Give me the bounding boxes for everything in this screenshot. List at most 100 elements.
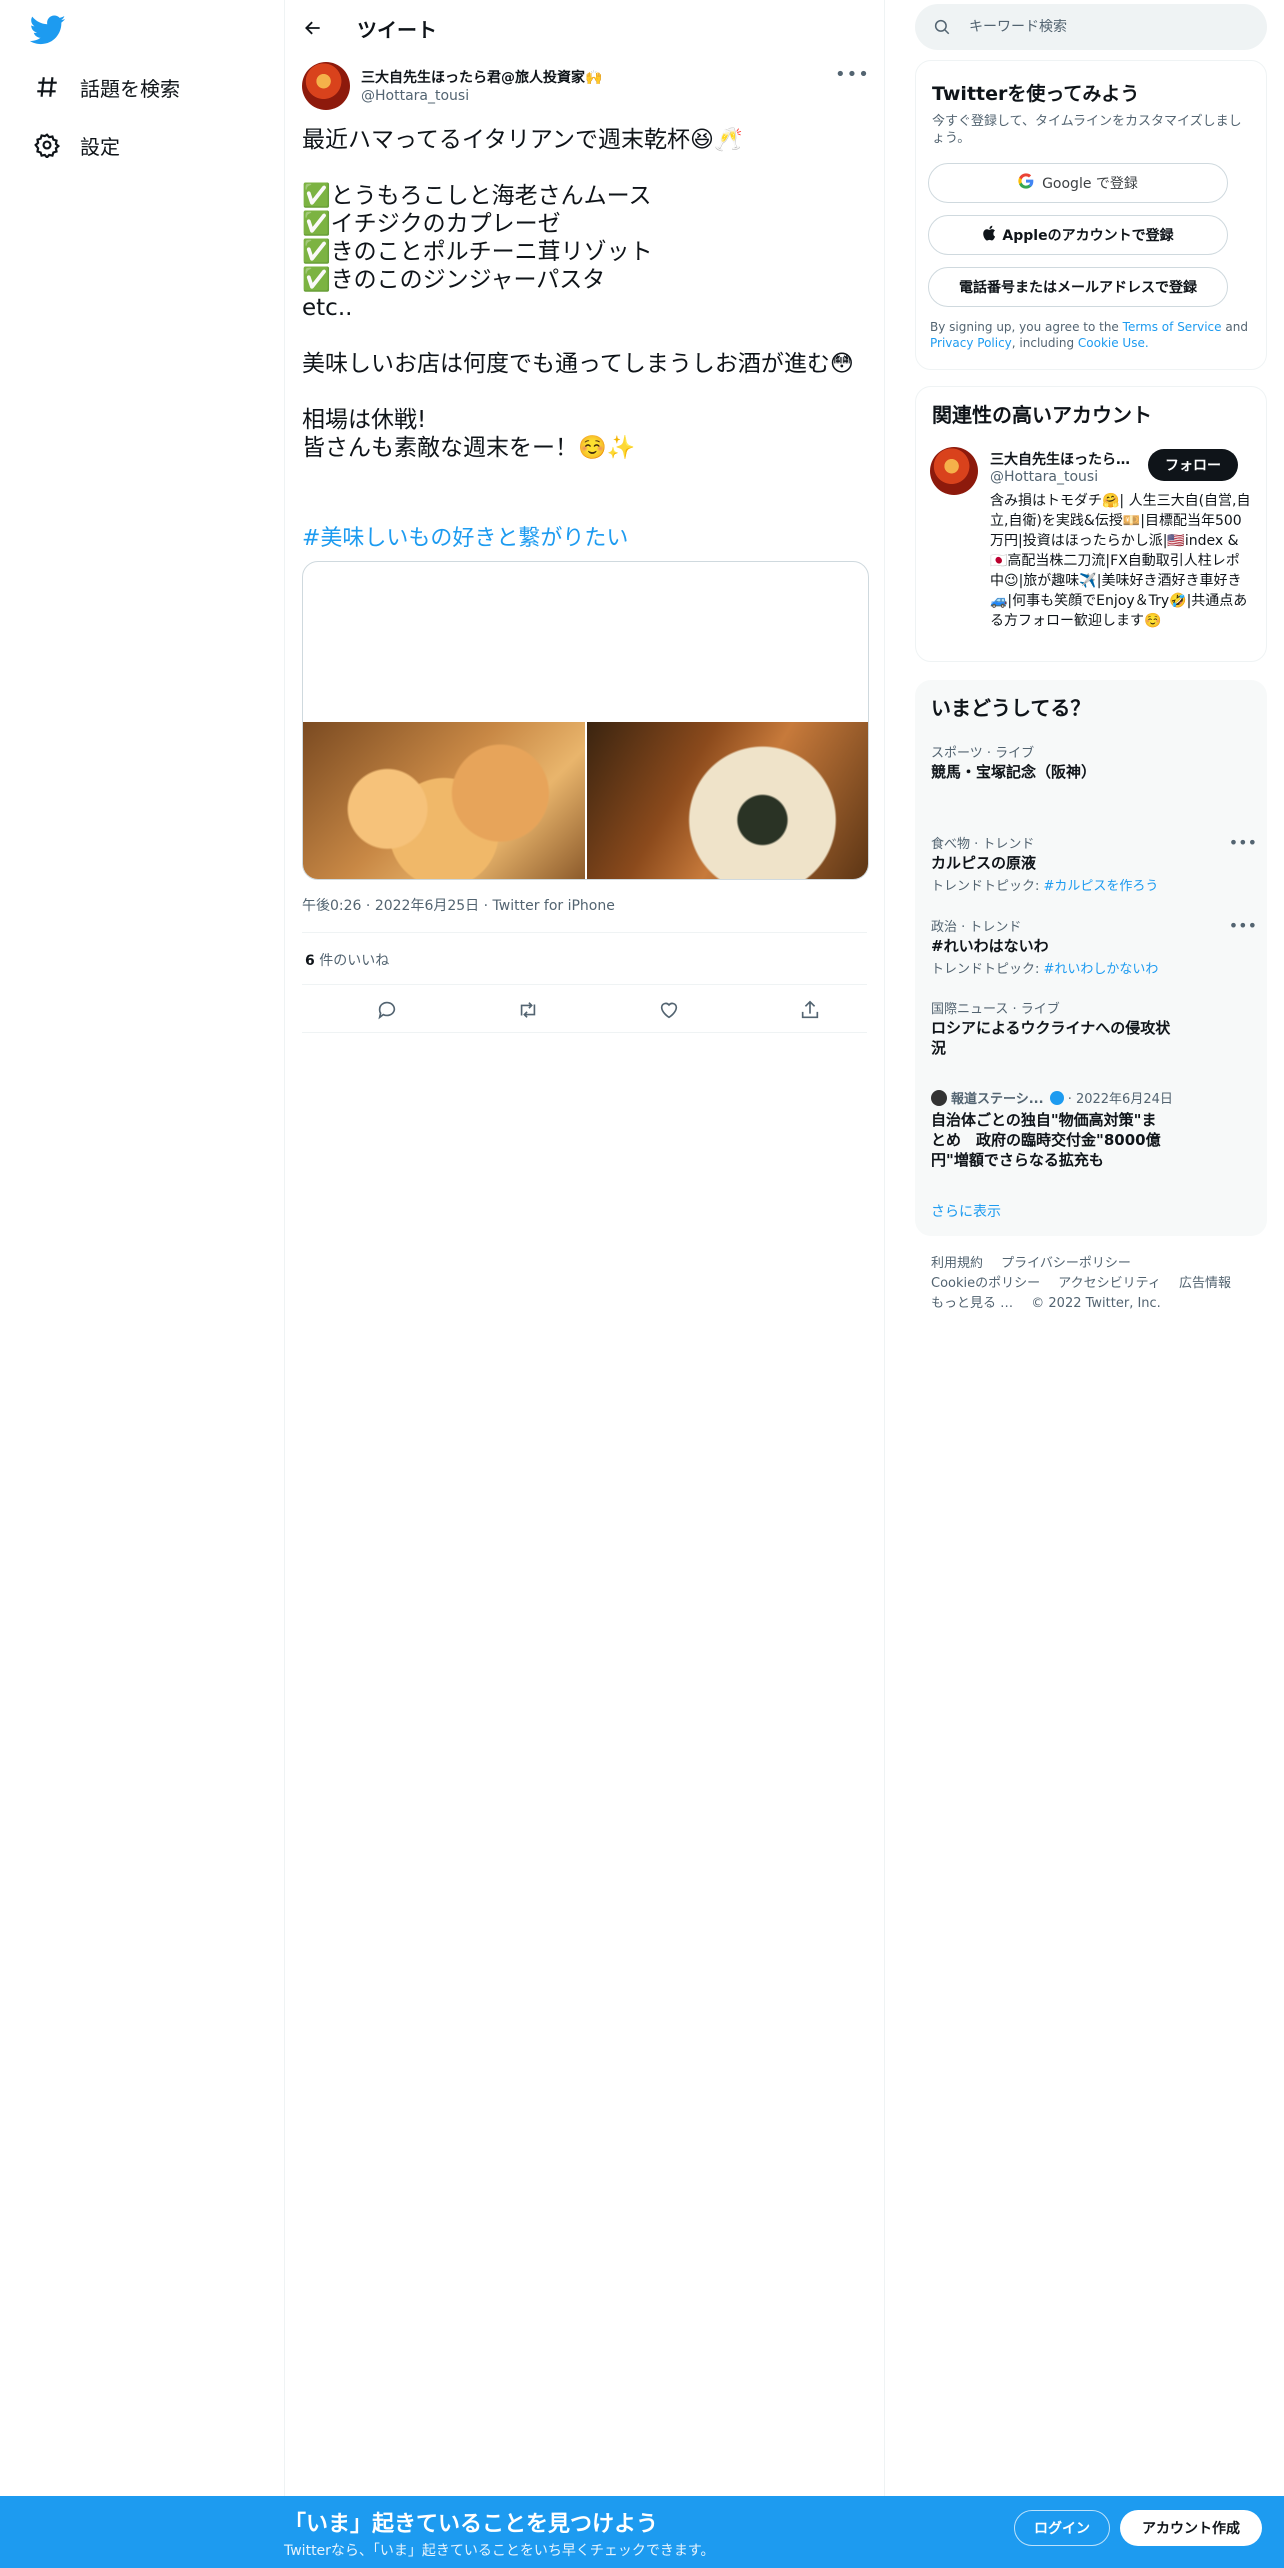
related-account-name[interactable]: 三大自先生ほったら君@旅人投資家🙌 bbox=[990, 449, 1140, 469]
footer-link-privacy[interactable]: プライバシーポリシー bbox=[1001, 1256, 1131, 1271]
tweet-source[interactable]: Twitter for iPhone bbox=[493, 898, 615, 914]
phone-email-signup-button[interactable]: 電話番号またはメールアドレスで登録 bbox=[928, 267, 1228, 307]
author-handle[interactable]: @Hottara_tousi bbox=[361, 88, 469, 104]
google-signup-button[interactable]: Google で登録 bbox=[928, 163, 1228, 203]
tweet-hashtag-link[interactable]: #美味しいもの好きと繋がりたい bbox=[302, 520, 628, 552]
tweet-photo-pasta[interactable] bbox=[587, 722, 868, 879]
likes-label: 件のいいね bbox=[319, 953, 390, 969]
related-accounts-card: 関連性の高いアカウント 三大自先生ほったら君@旅人投資家🙌 @Hottara_t… bbox=[915, 386, 1267, 662]
footer-links: 利用規約 プライバシーポリシー Cookieのポリシー アクセシビリティ 広告情… bbox=[931, 1254, 1261, 1314]
trend-name: #れいわはないわ bbox=[931, 937, 1049, 955]
retweet-icon[interactable] bbox=[511, 993, 545, 1027]
more-options-icon[interactable]: ••• bbox=[835, 64, 869, 88]
terms-of-service-link[interactable]: Terms of Service bbox=[1123, 320, 1222, 334]
trend-name: カルピスの原液 bbox=[931, 854, 1037, 872]
page-header: ツイート bbox=[285, 0, 885, 55]
trend-name: ロシアによるウクライナへの侵攻状況 bbox=[931, 1019, 1171, 1057]
right-sidebar: Twitterを使ってみよう 今すぐ登録して、タイムラインをカスタマイズしましょ… bbox=[885, 0, 1284, 2568]
trends-card: いまどうしてる？ スポーツ · ライブ 競馬・宝塚記念（阪神） 食べ物 · トレ… bbox=[915, 680, 1267, 1236]
related-account-bio: 含み損はトモダチ🤗| 人生三大自(自営,自立,自衛)を実践&伝授💴|目標配当年5… bbox=[990, 493, 1251, 629]
sidebar-item-settings[interactable]: 設定 bbox=[32, 125, 120, 165]
likes-count[interactable]: 6 件のいいね bbox=[305, 950, 389, 970]
trend-topic-label: トレンドトピック: bbox=[931, 879, 1040, 894]
tweet-media bbox=[302, 561, 869, 880]
trend-item[interactable]: 国際ニュース · ライブ ロシアによるウクライナへの侵攻状況 bbox=[915, 998, 1267, 1058]
divider bbox=[302, 1032, 867, 1033]
author-name[interactable]: 三大自先生ほったら君@旅人投資家🙌 bbox=[361, 67, 602, 87]
tweet-time[interactable]: 午後0:26 bbox=[302, 898, 361, 914]
sidebar-item-label: 設定 bbox=[80, 134, 120, 159]
trend-item[interactable]: 食べ物 · トレンド ••• カルピスの原液 トレンドトピック: #カルピスを作… bbox=[915, 833, 1267, 894]
back-button[interactable] bbox=[297, 12, 329, 44]
search-bar[interactable] bbox=[915, 4, 1267, 50]
search-icon bbox=[933, 17, 953, 37]
share-icon[interactable] bbox=[793, 993, 827, 1027]
page-title: ツイート bbox=[357, 18, 437, 42]
trends-title: いまどうしてる？ bbox=[931, 696, 1091, 720]
tweet-photo-risotto[interactable] bbox=[303, 722, 585, 879]
copyright: © 2022 Twitter, Inc. bbox=[1031, 1296, 1161, 1311]
trend-context: スポーツ · ライブ bbox=[931, 746, 1035, 761]
apple-signup-button[interactable]: Appleのアカウントで登録 bbox=[928, 215, 1228, 255]
sidebar-item-explore[interactable]: 話題を検索 bbox=[32, 67, 180, 107]
show-more-link[interactable]: さらに表示 bbox=[931, 1201, 1001, 1221]
trend-context: 食べ物 · トレンド bbox=[931, 837, 1035, 852]
cookie-use-link[interactable]: Cookie Use. bbox=[1078, 336, 1149, 350]
privacy-policy-link[interactable]: Privacy Policy bbox=[930, 336, 1012, 350]
apple-signup-label: Appleのアカウントで登録 bbox=[1002, 228, 1174, 244]
divider bbox=[302, 984, 867, 985]
like-icon[interactable] bbox=[652, 993, 686, 1027]
terms-text: By signing up, you agree to the bbox=[930, 320, 1119, 334]
tweet-date[interactable]: 2022年6月25日 bbox=[375, 898, 479, 914]
news-source: 報道ステーシ... · 2022年6月24日 bbox=[931, 1088, 1173, 1107]
news-item[interactable]: 報道ステーシ... · 2022年6月24日 自治体ごとの独自"物価高対策"まと… bbox=[915, 1088, 1267, 1169]
hashtag-icon bbox=[32, 72, 62, 102]
more-options-icon[interactable]: ••• bbox=[1229, 833, 1257, 852]
avatar[interactable] bbox=[302, 62, 350, 110]
footer-link-cookies[interactable]: Cookieのポリシー bbox=[931, 1276, 1040, 1291]
news-date: · 2022年6月24日 bbox=[1067, 1092, 1173, 1107]
tweet-actions bbox=[302, 993, 867, 1027]
bottom-bar-title: 「いま」起きていることを見つけよう bbox=[284, 2512, 659, 2537]
bottom-bar-subtitle: Twitterなら、「いま」起きていることをいち早くチェックできます。 bbox=[284, 2543, 715, 2559]
likes-number: 6 bbox=[305, 953, 315, 969]
google-signup-label: Google で登録 bbox=[1042, 176, 1138, 192]
trend-item[interactable]: スポーツ · ライブ 競馬・宝塚記念（阪神） bbox=[915, 742, 1267, 792]
trend-topic-tag[interactable]: #れいわしかないわ bbox=[1044, 962, 1159, 977]
footer-link-ads[interactable]: 広告情報 bbox=[1179, 1276, 1231, 1291]
google-icon bbox=[1018, 173, 1034, 193]
bottom-signup-bar: 「いま」起きていることを見つけよう Twitterなら、「いま」起きていることを… bbox=[0, 2496, 1284, 2568]
news-source-name: 報道ステーシ... bbox=[951, 1092, 1044, 1107]
terms-text: and bbox=[1225, 320, 1248, 334]
separator: · bbox=[483, 898, 493, 914]
related-account-handle[interactable]: @Hottara_tousi bbox=[990, 469, 1098, 485]
signup-card: Twitterを使ってみよう 今すぐ登録して、タイムラインをカスタマイズしましょ… bbox=[915, 60, 1267, 370]
follow-button[interactable]: フォロー bbox=[1148, 449, 1238, 481]
signup-subtitle: 今すぐ登録して、タイムラインをカスタマイズしましょう。 bbox=[932, 114, 1242, 146]
twitter-logo-icon[interactable] bbox=[29, 12, 66, 48]
sidebar-item-label: 話題を検索 bbox=[80, 76, 180, 101]
trend-item[interactable]: 政治 · トレンド ••• #れいわはないわ トレンドトピック: #れいわしかな… bbox=[915, 916, 1267, 977]
signup-terms: By signing up, you agree to the Terms of… bbox=[930, 319, 1260, 351]
tweet-metadata: 午後0:26 · 2022年6月25日 · Twitter for iPhone bbox=[302, 895, 615, 915]
tweet-text: 最近ハマってるイタリアンで週末乾杯😆🥂 ✅とうもろこしと海老さんムース ✅イチジ… bbox=[302, 127, 854, 461]
avatar[interactable] bbox=[930, 447, 978, 495]
main-column: ツイート 三大自先生ほったら君@旅人投資家🙌 @Hottara_tousi ••… bbox=[285, 0, 885, 2568]
more-options-icon[interactable]: ••• bbox=[1229, 916, 1257, 935]
create-account-button[interactable]: アカウント作成 bbox=[1120, 2510, 1262, 2546]
signup-title: Twitterを使ってみよう bbox=[932, 83, 1140, 105]
footer-link-accessibility[interactable]: アクセシビリティ bbox=[1058, 1276, 1161, 1291]
arrow-left-icon bbox=[305, 21, 320, 35]
gear-icon bbox=[32, 130, 62, 160]
trend-topic: トレンドトピック: #カルピスを作ろう bbox=[931, 875, 1158, 894]
footer-link-terms[interactable]: 利用規約 bbox=[931, 1256, 983, 1271]
trend-topic-tag[interactable]: #カルピスを作ろう bbox=[1044, 879, 1159, 894]
separator: · bbox=[365, 898, 375, 914]
search-input[interactable] bbox=[969, 19, 1249, 35]
reply-icon[interactable] bbox=[370, 993, 404, 1027]
footer-link-more[interactable]: もっと見る … bbox=[931, 1296, 1013, 1311]
login-button[interactable]: ログイン bbox=[1014, 2510, 1110, 2546]
trend-context: 国際ニュース · ライブ bbox=[931, 1002, 1060, 1017]
related-accounts-title: 関連性の高いアカウント bbox=[932, 403, 1152, 427]
verified-badge-icon bbox=[1049, 1091, 1064, 1105]
